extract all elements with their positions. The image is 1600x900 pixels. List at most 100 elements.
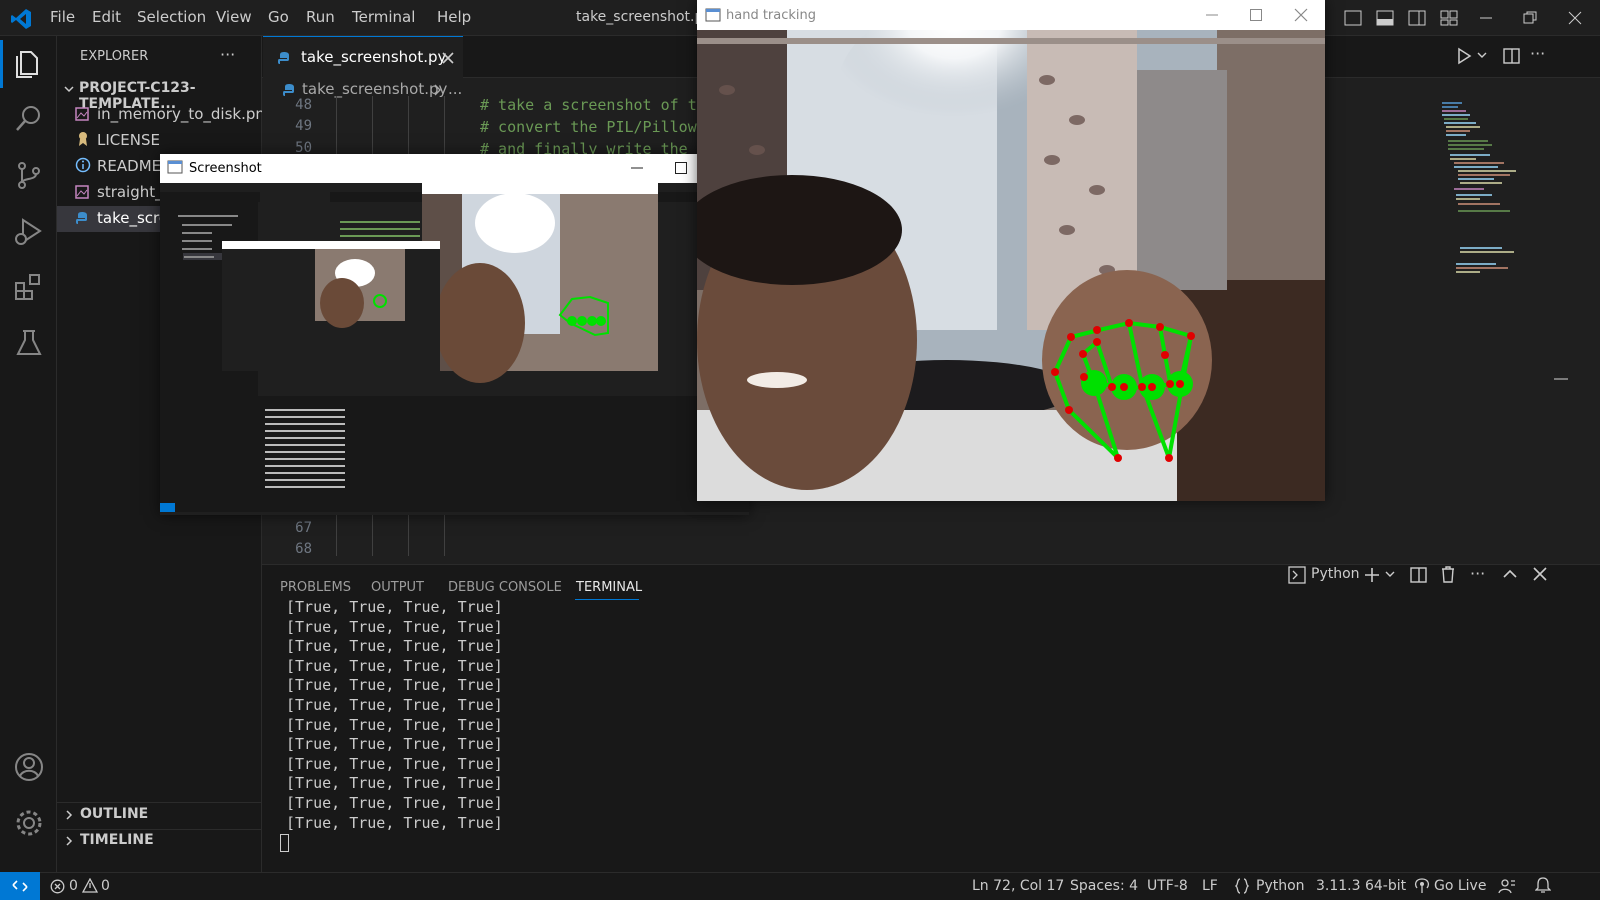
- tab-close-icon[interactable]: [441, 51, 455, 65]
- window-app-icon: [705, 8, 721, 22]
- tab-output[interactable]: OUTPUT: [371, 580, 424, 595]
- terminal-line: [True, True, True, True]: [286, 735, 503, 753]
- breadcrumb-file[interactable]: take_screenshot.py: [302, 80, 447, 98]
- source-control-icon[interactable]: [12, 158, 46, 192]
- file-straight[interactable]: straight_t: [97, 183, 169, 201]
- python-file-icon: [283, 84, 294, 96]
- menu-run[interactable]: Run: [306, 8, 335, 26]
- info-icon: [75, 157, 91, 173]
- code-comment-line[interactable]: # convert the PIL/Pillow: [480, 118, 697, 136]
- menu-go[interactable]: Go: [268, 8, 289, 26]
- maximize-icon[interactable]: [1249, 8, 1263, 22]
- terminal-line: [True, True, True, True]: [286, 598, 503, 616]
- image-file-icon: [75, 107, 89, 121]
- minimize-icon[interactable]: [630, 161, 644, 175]
- menu-view[interactable]: View: [216, 8, 252, 26]
- encoding[interactable]: UTF-8: [1147, 878, 1188, 894]
- terminal-shell-label[interactable]: Python: [1311, 566, 1360, 582]
- customize-layout-icon[interactable]: [1440, 9, 1458, 27]
- menu-file[interactable]: File: [50, 8, 75, 26]
- image-file-icon: [75, 185, 89, 199]
- run-python-icon[interactable]: [1456, 47, 1472, 65]
- active-indicator: [0, 40, 3, 88]
- chevron-down-icon[interactable]: [63, 83, 75, 95]
- go-live-button[interactable]: Go Live: [1434, 878, 1486, 894]
- tab-problems[interactable]: PROBLEMS: [280, 580, 351, 595]
- split-editor-icon[interactable]: [1503, 47, 1521, 65]
- python-file-icon: [76, 212, 87, 224]
- screenshot-window[interactable]: Screenshot: [160, 154, 749, 515]
- webcam-feed: [697, 30, 1325, 501]
- search-icon[interactable]: [12, 102, 46, 136]
- account-icon[interactable]: [12, 750, 46, 784]
- panel-more-button[interactable]: ···: [1470, 564, 1485, 583]
- new-terminal-icon[interactable]: [1363, 566, 1381, 584]
- chevron-right-icon[interactable]: [63, 835, 75, 847]
- outline-section[interactable]: OUTLINE: [80, 806, 148, 822]
- run-debug-icon[interactable]: [12, 214, 46, 248]
- indentation[interactable]: Spaces: 4: [1070, 878, 1138, 894]
- tab-terminal[interactable]: TERMINAL: [576, 580, 642, 595]
- terminal-cursor[interactable]: [280, 834, 289, 852]
- file-readme[interactable]: README.: [97, 157, 166, 175]
- error-icon[interactable]: [50, 879, 65, 894]
- split-terminal-icon[interactable]: [1410, 566, 1428, 584]
- end-of-line[interactable]: LF: [1202, 878, 1218, 894]
- screenshot-window-title: Screenshot: [189, 161, 262, 176]
- toggle-secondary-sidebar-icon[interactable]: [1408, 9, 1426, 27]
- maximize-icon[interactable]: [674, 161, 688, 175]
- terminal-line: [True, True, True, True]: [286, 716, 503, 734]
- code-comment-line[interactable]: # take a screenshot of t: [480, 96, 697, 114]
- menu-selection[interactable]: Selection: [137, 8, 206, 26]
- language-mode[interactable]: Python: [1256, 878, 1305, 894]
- tab-take-screenshot[interactable]: take_screenshot.py: [263, 36, 463, 78]
- file-take-screenshot[interactable]: take_scre: [97, 209, 168, 227]
- breadcrumb-separator-icon: [434, 84, 441, 96]
- chevron-down-icon[interactable]: [1384, 570, 1396, 580]
- tab-label: take_screenshot.py: [301, 48, 447, 66]
- maximize-panel-icon[interactable]: [1502, 567, 1518, 581]
- hand-tracking-window[interactable]: hand tracking: [697, 0, 1325, 501]
- chevron-right-icon[interactable]: [63, 809, 75, 821]
- close-panel-icon[interactable]: [1532, 566, 1548, 582]
- testing-flask-icon[interactable]: [12, 326, 46, 360]
- restore-icon[interactable]: [1522, 10, 1538, 26]
- remote-button[interactable]: [0, 872, 40, 900]
- explorer-icon[interactable]: [12, 46, 46, 80]
- minimize-icon[interactable]: [1478, 10, 1494, 26]
- file-license[interactable]: LICENSE: [97, 131, 160, 149]
- timeline-section[interactable]: TIMELINE: [80, 832, 154, 848]
- toggle-sidebar-icon[interactable]: [1344, 9, 1362, 27]
- settings-gear-icon[interactable]: [12, 806, 46, 840]
- warning-count[interactable]: 0: [101, 878, 110, 894]
- terminal-line: [True, True, True, True]: [286, 696, 503, 714]
- close-icon[interactable]: [1294, 8, 1308, 22]
- feedback-icon[interactable]: [1498, 878, 1516, 894]
- menu-help[interactable]: Help: [437, 8, 471, 26]
- line-number: 49: [295, 118, 312, 134]
- explorer-more-button[interactable]: ···: [220, 45, 235, 64]
- menu-edit[interactable]: Edit: [92, 8, 121, 26]
- tab-debug-console[interactable]: DEBUG CONSOLE: [448, 580, 562, 595]
- error-count[interactable]: 0: [69, 878, 78, 894]
- editor-more-button[interactable]: ···: [1530, 44, 1545, 63]
- terminal-line: [True, True, True, True]: [286, 618, 503, 636]
- chevron-down-icon[interactable]: [1476, 51, 1488, 61]
- toggle-panel-icon[interactable]: [1376, 9, 1394, 27]
- trash-icon[interactable]: [1440, 565, 1456, 583]
- cursor-position[interactable]: Ln 72, Col 17: [972, 878, 1064, 894]
- minimap[interactable]: [1440, 100, 1560, 290]
- breadcrumb-symbol[interactable]: ...: [448, 80, 462, 98]
- extensions-icon[interactable]: [12, 270, 46, 304]
- file-in-memory-to-disk[interactable]: in_memory_to_disk.png: [97, 105, 274, 123]
- line-number: 68: [295, 541, 312, 557]
- warning-icon[interactable]: [82, 878, 98, 893]
- language-braces-icon: [1235, 878, 1249, 894]
- bell-icon[interactable]: [1535, 877, 1551, 894]
- terminal-line: [True, True, True, True]: [286, 755, 503, 773]
- window-app-icon: [167, 160, 183, 174]
- python-interpreter[interactable]: 3.11.3 64-bit: [1316, 878, 1406, 894]
- menu-terminal[interactable]: Terminal: [352, 8, 415, 26]
- close-icon[interactable]: [1567, 10, 1583, 26]
- minimize-icon[interactable]: [1205, 8, 1219, 22]
